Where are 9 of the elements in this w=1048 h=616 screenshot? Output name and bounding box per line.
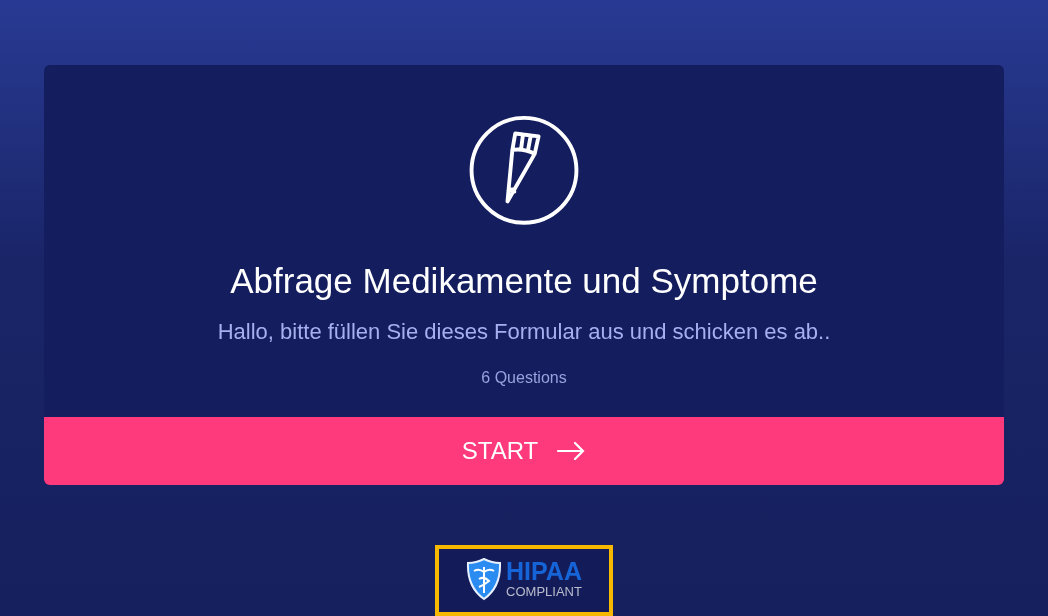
arrow-icon xyxy=(556,440,587,461)
form-title: Abfrage Medikamente und Symptome xyxy=(230,259,818,302)
shield-icon xyxy=(466,557,503,602)
badge-subtitle: COMPLIANT xyxy=(506,584,582,601)
question-count: 6 Questions xyxy=(481,367,567,388)
form-description: Hallo, bitte füllen Sie dieses Formular aus und schicken es ab.. xyxy=(217,317,831,346)
pencil-icon xyxy=(467,115,581,226)
badge-title: HIPAA xyxy=(506,558,582,585)
start-button[interactable]: START xyxy=(44,416,1004,485)
